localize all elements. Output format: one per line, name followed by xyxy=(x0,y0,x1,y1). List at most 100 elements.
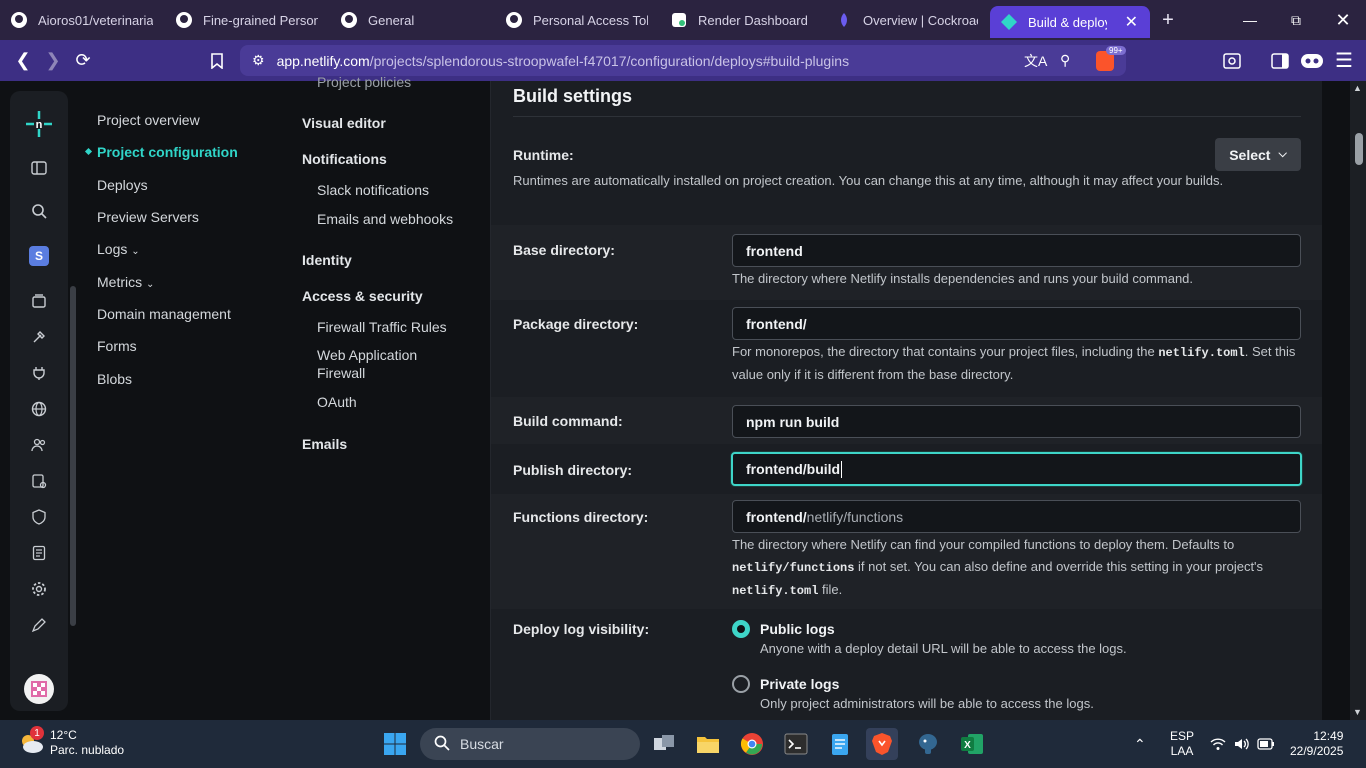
help-text: . Set this xyxy=(1244,344,1296,359)
nav-oauth[interactable]: OAuth xyxy=(317,393,357,411)
private-logs-radio[interactable] xyxy=(732,675,750,693)
clock[interactable]: 12:49 22/9/2025 xyxy=(1290,720,1343,768)
docs-icon[interactable] xyxy=(29,543,49,563)
nav-project-configuration[interactable]: Project configuration xyxy=(97,144,238,160)
browser-tab[interactable]: Fine-grained Personal xyxy=(165,0,330,40)
maximize-icon[interactable]: ⧉ xyxy=(1273,0,1319,40)
team-avatar[interactable]: S xyxy=(29,246,49,266)
nav-deploys[interactable]: Deploys xyxy=(97,177,148,193)
browser-tab[interactable]: Render Dashboard xyxy=(660,0,825,40)
back-icon[interactable]: ❮ xyxy=(8,46,38,76)
scroll-thumb[interactable] xyxy=(1355,133,1363,165)
weather-widget[interactable]: 12°C Parc. nublado xyxy=(50,728,124,758)
globe-icon[interactable] xyxy=(29,399,49,419)
browser-tab-bar: Aioros01/veterinaria-c Fine-grained Pers… xyxy=(0,0,1366,40)
rail-scrollbar[interactable] xyxy=(70,286,76,626)
brave-browser-icon[interactable] xyxy=(866,728,898,760)
private-logs-label[interactable]: Private logs xyxy=(760,676,839,692)
browser-tab[interactable]: Personal Access Toker xyxy=(495,0,660,40)
pen-icon[interactable] xyxy=(29,615,49,635)
nav-project-overview[interactable]: Project overview xyxy=(97,112,200,128)
search-icon[interactable] xyxy=(29,201,49,221)
windows-start-icon[interactable] xyxy=(379,728,411,760)
page-scrollbar[interactable]: ▲ ▼ xyxy=(1350,81,1366,720)
package-directory-input[interactable]: frontend/ xyxy=(732,307,1301,340)
close-tab-icon[interactable]: ✕ xyxy=(1125,12,1138,32)
nav-slack-notifications[interactable]: Slack notifications xyxy=(317,181,429,199)
nav-emails-webhooks[interactable]: Emails and webhooks xyxy=(317,210,453,228)
nav-identity[interactable]: Identity xyxy=(302,252,352,268)
weather-icon[interactable]: 1 xyxy=(16,726,46,758)
file-explorer-icon[interactable] xyxy=(692,728,724,760)
notepad-icon[interactable] xyxy=(824,728,856,760)
nav-logs[interactable]: Logs ⌄ xyxy=(97,241,140,257)
nav-notifications[interactable]: Notifications xyxy=(302,151,387,167)
projects-icon[interactable] xyxy=(29,291,49,311)
base-directory-input[interactable]: frontend xyxy=(732,234,1301,267)
shield-icon[interactable] xyxy=(29,507,49,527)
chrome-icon[interactable] xyxy=(736,728,768,760)
browser-tab[interactable]: Aioros01/veterinaria-c xyxy=(0,0,165,40)
nav-firewall-traffic-rules[interactable]: Firewall Traffic Rules xyxy=(317,318,447,336)
close-window-icon[interactable]: ✕ xyxy=(1320,0,1366,40)
runtime-select-button[interactable]: Select ⌵ xyxy=(1215,138,1301,171)
panel-toggle-icon[interactable] xyxy=(29,158,49,178)
nav-project-policies[interactable]: Project policies xyxy=(317,73,411,91)
members-icon[interactable] xyxy=(29,435,49,455)
zoom-icon[interactable]: ⚲ xyxy=(1060,52,1070,69)
select-label: Select xyxy=(1229,146,1271,163)
translate-icon[interactable]: 文A xyxy=(1024,51,1047,71)
builds-icon[interactable] xyxy=(29,327,49,347)
build-command-input[interactable]: npm run build xyxy=(732,405,1301,438)
menu-icon[interactable]: ☰ xyxy=(1329,46,1359,76)
minimize-icon[interactable]: — xyxy=(1227,0,1273,40)
help-text: For monorepos, the directory that contai… xyxy=(732,344,1159,359)
browser-tab[interactable]: Overview | Cockroach xyxy=(825,0,990,40)
functions-directory-placeholder: netlify/functions xyxy=(806,508,904,525)
scroll-down-icon[interactable]: ▼ xyxy=(1353,707,1362,717)
language-indicator[interactable]: ESP LAA xyxy=(1170,720,1194,768)
site-info-icon[interactable]: ⚙ xyxy=(252,52,265,69)
audit-icon[interactable] xyxy=(29,471,49,491)
terminal-icon[interactable] xyxy=(780,728,812,760)
package-directory-help: For monorepos, the directory that contai… xyxy=(732,341,1301,386)
forward-icon[interactable]: ❯ xyxy=(38,46,68,76)
browser-tab[interactable]: General xyxy=(330,0,495,40)
excel-icon[interactable]: X xyxy=(956,728,988,760)
settings-gear-icon[interactable] xyxy=(29,579,49,599)
nav-metrics[interactable]: Metrics ⌄ xyxy=(97,274,154,290)
nav-domain-management[interactable]: Domain management xyxy=(97,306,231,322)
functions-directory-help: The directory where Netlify can find you… xyxy=(732,534,1301,602)
task-view-icon[interactable] xyxy=(648,728,680,760)
plug-icon[interactable] xyxy=(29,363,49,383)
postgres-icon[interactable] xyxy=(912,728,944,760)
taskbar-search[interactable]: Buscar xyxy=(420,728,640,760)
wifi-icon[interactable] xyxy=(1210,720,1226,768)
public-logs-radio[interactable] xyxy=(732,620,750,638)
address-bar[interactable]: ⚙ app.netlify.com /projects/splendorous-… xyxy=(240,45,1126,76)
nav-visual-editor[interactable]: Visual editor xyxy=(302,115,386,131)
nav-preview-servers[interactable]: Preview Servers xyxy=(97,209,199,225)
volume-icon[interactable] xyxy=(1234,720,1250,768)
screenshot-icon[interactable] xyxy=(1217,46,1247,76)
bookmark-icon[interactable] xyxy=(202,46,232,76)
nav-forms[interactable]: Forms xyxy=(97,338,137,354)
nav-access-security[interactable]: Access & security xyxy=(302,288,423,304)
leo-icon[interactable] xyxy=(1297,46,1327,76)
public-logs-label[interactable]: Public logs xyxy=(760,621,835,637)
functions-directory-input[interactable]: frontend/netlify/functions xyxy=(732,500,1301,533)
nav-blobs[interactable]: Blobs xyxy=(97,371,132,387)
battery-icon[interactable] xyxy=(1257,720,1275,768)
publish-directory-value: frontend/build xyxy=(746,461,841,477)
reload-icon[interactable]: ⟳ xyxy=(68,46,98,76)
scroll-up-icon[interactable]: ▲ xyxy=(1353,83,1362,93)
nav-emails[interactable]: Emails xyxy=(302,436,347,452)
new-tab-button[interactable]: + xyxy=(1150,0,1186,40)
publish-directory-input[interactable]: frontend/build xyxy=(731,452,1302,486)
nav-waf[interactable]: Web Application Firewall xyxy=(317,346,417,382)
netlify-logo-icon[interactable]: n xyxy=(24,109,54,139)
browser-tab-active[interactable]: Build & deploy | N ✕ xyxy=(990,6,1150,38)
sidebar-toggle-icon[interactable] xyxy=(1265,46,1295,76)
user-avatar[interactable] xyxy=(24,674,54,704)
tray-overflow-icon[interactable]: ⌃ xyxy=(1134,720,1146,768)
